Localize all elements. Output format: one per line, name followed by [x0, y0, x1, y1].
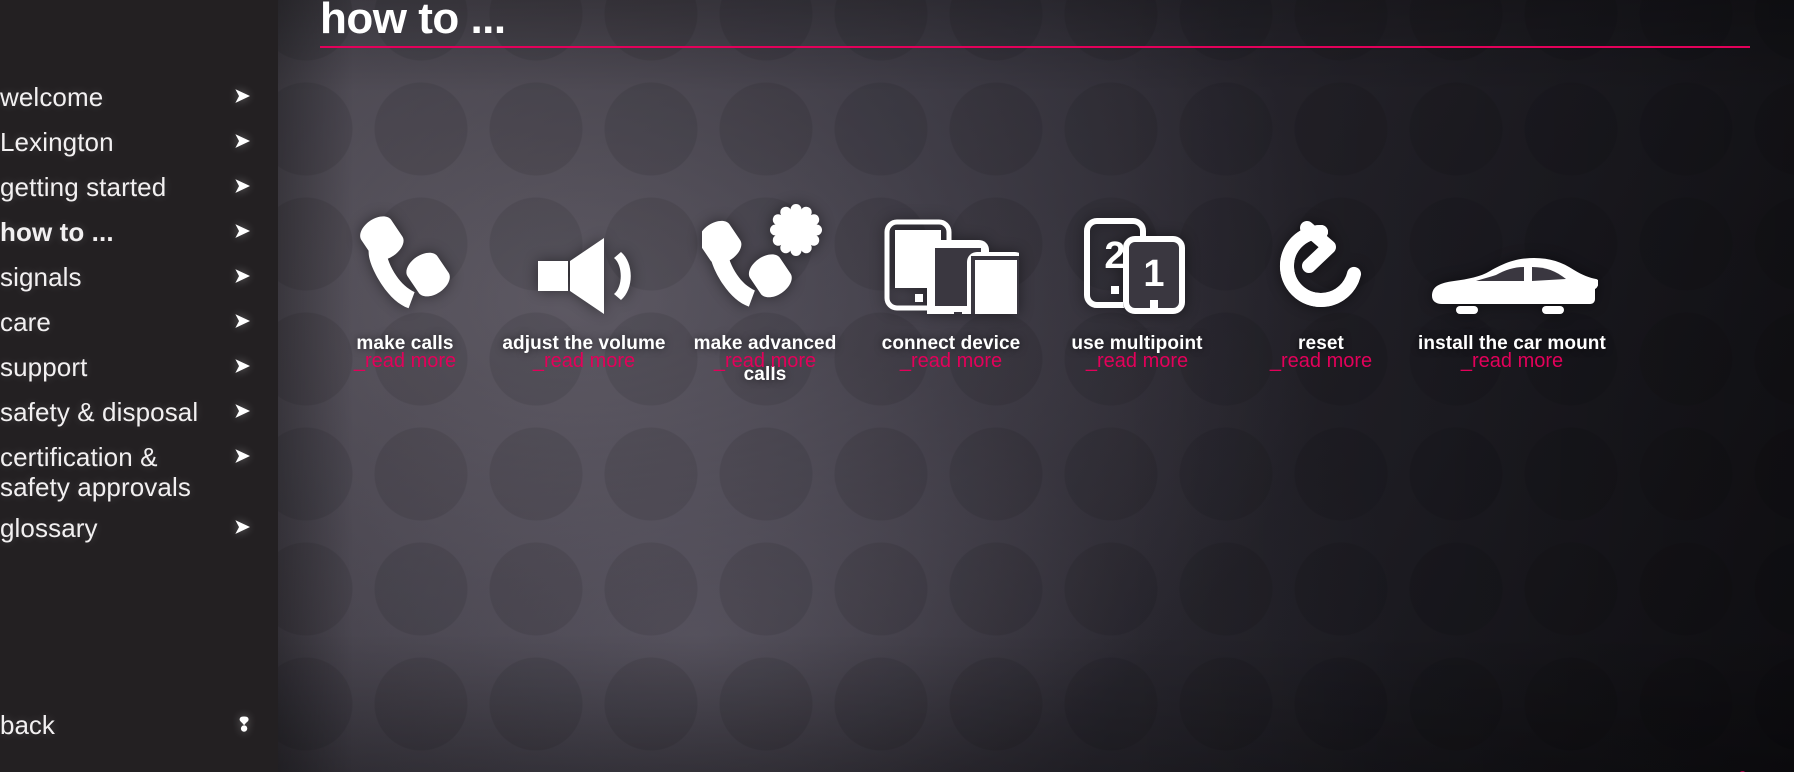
sidebar-item-lexington[interactable]: Lexington ➤	[0, 123, 278, 161]
chevron-right-icon: ➤	[234, 446, 250, 467]
chevron-right-icon: ➤	[234, 86, 250, 107]
two-phones-numbered-icon: 2 1	[1044, 196, 1230, 314]
speaker-volume-icon	[496, 196, 672, 314]
read-more-link[interactable]: _read more	[1412, 349, 1612, 373]
page-title: how to ...	[320, 0, 506, 43]
phone-number-2: 2	[1104, 235, 1125, 277]
read-more-link[interactable]: _read more	[496, 349, 672, 373]
phone-handset-icon	[314, 196, 496, 314]
chevron-right-icon: ➤	[234, 517, 250, 538]
main-content: how to ... make calls _read more adjust …	[278, 0, 1794, 772]
tile-advanced-calls[interactable]: make advanced calls _read more	[672, 196, 858, 390]
circular-arrow-icon	[1230, 196, 1412, 314]
sidebar-item-label: getting started	[0, 172, 167, 202]
sidebar-item-glossary[interactable]: glossary ➤	[0, 509, 278, 547]
sidebar-item-welcome[interactable]: welcome ➤	[0, 78, 278, 116]
sidebar-item-label: glossary	[0, 513, 98, 543]
back-button[interactable]: back ❢	[0, 706, 278, 744]
tile-reset[interactable]: reset _read more	[1230, 196, 1412, 372]
tile-connect-device[interactable]: connect device _read more	[858, 196, 1044, 372]
chevron-right-icon: ➤	[234, 221, 250, 242]
sidebar-item-label: Lexington	[0, 127, 114, 157]
chevron-right-icon: ➤	[234, 176, 250, 197]
read-more-link[interactable]: _read more	[1230, 349, 1412, 373]
chevron-right-icon: ➤	[234, 266, 250, 287]
sidebar-item-safety-disposal[interactable]: safety & disposal ➤	[0, 393, 278, 431]
sidebar-item-certification[interactable]: certification & safety approvals ➤	[0, 438, 278, 502]
read-more-link[interactable]: _read more	[314, 349, 496, 373]
phone-number-1: 1	[1143, 253, 1164, 295]
tile-adjust-volume[interactable]: adjust the volume _read more	[496, 196, 672, 372]
read-more-link[interactable]: _read more	[672, 349, 858, 373]
how-to-tiles: make calls _read more adjust the volume …	[314, 196, 1746, 390]
sidebar-item-signals[interactable]: signals ➤	[0, 258, 278, 296]
title-divider	[320, 46, 1750, 48]
tile-install-car-mount[interactable]: install the car mount _read more	[1412, 196, 1612, 372]
chevron-left-icon: ❢	[236, 714, 252, 736]
sidebar-item-label: safety & disposal	[0, 397, 199, 427]
sidebar-item-how-to[interactable]: how to ... ➤	[0, 213, 278, 251]
chevron-right-icon: ➤	[234, 311, 250, 332]
tile-make-calls[interactable]: make calls _read more	[314, 196, 496, 372]
chevron-right-icon: ➤	[234, 401, 250, 422]
sidebar-item-care[interactable]: care ➤	[0, 303, 278, 341]
chevron-right-icon: ➤	[234, 131, 250, 152]
three-phones-icon	[858, 196, 1044, 314]
sidebar-item-support[interactable]: support ➤	[0, 348, 278, 386]
car-icon	[1412, 196, 1612, 314]
sidebar-item-label: welcome	[0, 82, 104, 112]
sidebar-nav: welcome ➤ Lexington ➤ getting started ➤ …	[0, 78, 278, 554]
sidebar-item-label: care	[0, 307, 51, 337]
tile-use-multipoint[interactable]: 2 1 use multipoint _read more	[1044, 196, 1230, 372]
sidebar: welcome ➤ Lexington ➤ getting started ➤ …	[0, 0, 278, 772]
sidebar-item-label: how to ...	[0, 217, 114, 247]
chevron-right-icon: ➤	[234, 356, 250, 377]
read-more-link[interactable]: _read more	[858, 349, 1044, 373]
sidebar-item-label: signals	[0, 262, 82, 292]
read-more-link[interactable]: _read more	[1044, 349, 1230, 373]
sidebar-item-getting-started[interactable]: getting started ➤	[0, 168, 278, 206]
page-header: how to ...	[320, 0, 1750, 48]
sidebar-item-label: certification & safety approvals	[0, 442, 191, 502]
phone-asterisk-icon	[672, 196, 858, 314]
sidebar-item-label: support	[0, 352, 88, 382]
back-label: back	[0, 710, 55, 740]
app-root: welcome ➤ Lexington ➤ getting started ➤ …	[0, 0, 1794, 772]
